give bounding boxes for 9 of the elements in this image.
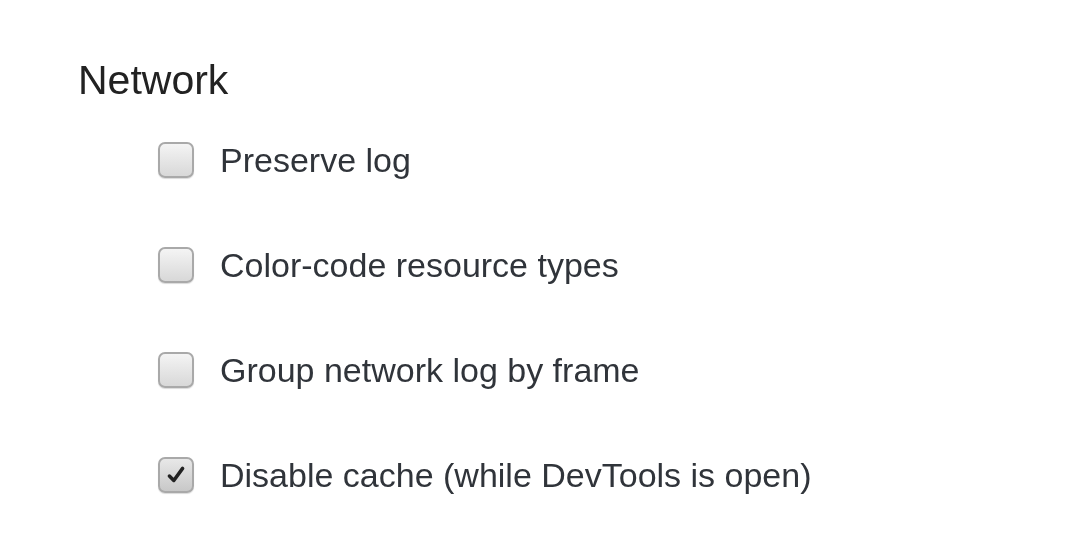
checkbox[interactable] — [158, 352, 194, 388]
section-title: Network — [78, 56, 230, 104]
checkbox-label: Preserve log — [220, 140, 411, 180]
checkbox[interactable] — [158, 457, 194, 493]
checkbox-label: Disable cache (while DevTools is open) — [220, 455, 812, 495]
checkbox-label: Color-code resource types — [220, 245, 619, 285]
checkbox[interactable] — [158, 142, 194, 178]
checkbox[interactable] — [158, 247, 194, 283]
checkbox-label: Group network log by frame — [220, 350, 640, 390]
